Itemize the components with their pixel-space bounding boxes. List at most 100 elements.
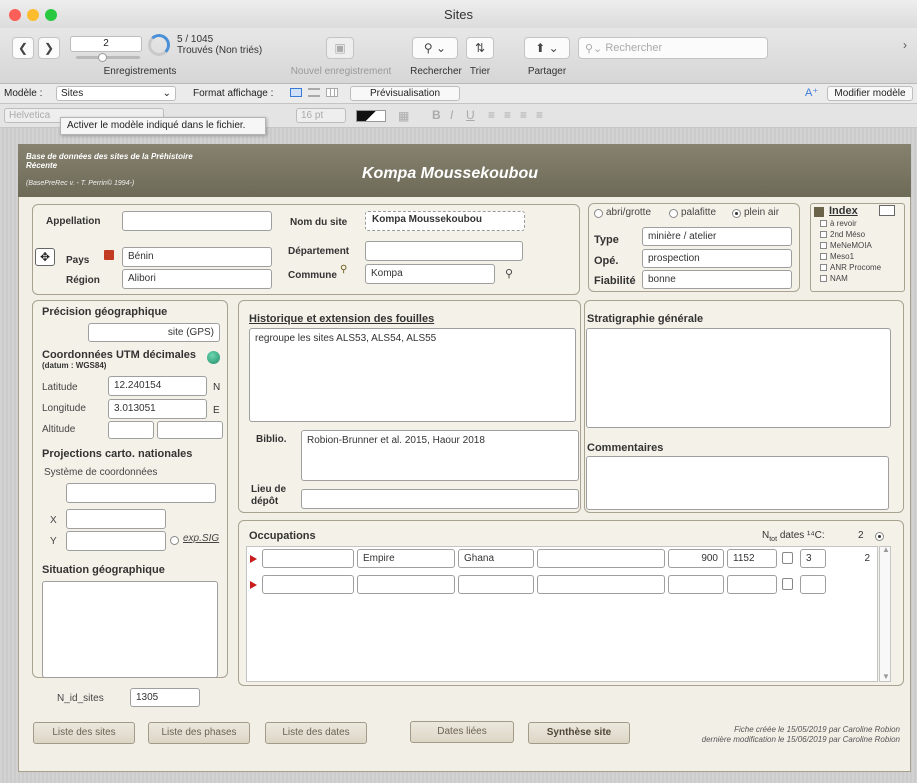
- export-sig-link[interactable]: exp.SIG: [183, 533, 219, 544]
- align-left-icon[interactable]: ≡: [488, 108, 495, 122]
- occupation-c2-field[interactable]: [357, 575, 455, 594]
- occupations-scrollbar[interactable]: ▲ ▼: [879, 545, 891, 682]
- occupation-c1-field[interactable]: [262, 549, 354, 568]
- index-checkbox[interactable]: [820, 220, 827, 227]
- export-sig-radio[interactable]: [170, 536, 179, 545]
- scroll-down-icon[interactable]: ▼: [882, 672, 890, 681]
- occupation-c4-field[interactable]: [537, 549, 665, 568]
- align-right-icon[interactable]: ≡: [520, 108, 527, 122]
- deposit-field[interactable]: [301, 489, 579, 509]
- form-view-icon[interactable]: [290, 88, 302, 97]
- altitude-field[interactable]: [108, 421, 154, 439]
- table-view-icon[interactable]: [326, 88, 338, 97]
- index-item[interactable]: MeNeMOIA: [820, 241, 872, 252]
- record-slider-thumb[interactable]: [98, 53, 107, 62]
- department-field[interactable]: [365, 241, 523, 261]
- site-name-field[interactable]: Kompa Moussekoubou: [365, 211, 525, 231]
- index-checkbox[interactable]: [820, 264, 827, 271]
- edit-index-icon[interactable]: [814, 207, 824, 217]
- commune-lookup-icon[interactable]: ⚲: [505, 267, 513, 280]
- comments-field[interactable]: [586, 456, 889, 510]
- edit-country-icon[interactable]: [104, 250, 114, 260]
- y-field[interactable]: [66, 531, 166, 551]
- occupation-c3-field[interactable]: [458, 575, 534, 594]
- sites-list-button[interactable]: Liste des sites: [33, 722, 135, 744]
- globe-icon[interactable]: [207, 351, 220, 364]
- occupation-checkbox[interactable]: [782, 578, 793, 590]
- radio-plein-air[interactable]: [732, 209, 741, 218]
- index-checkbox[interactable]: [820, 253, 827, 260]
- radio-abri-grotte[interactable]: [594, 209, 603, 218]
- dates-list-button[interactable]: Liste des dates: [265, 722, 367, 744]
- stratigraphy-field[interactable]: [586, 328, 891, 428]
- index-item[interactable]: Meso1: [820, 252, 854, 263]
- region-field[interactable]: Alibori: [122, 269, 272, 289]
- occupation-to-field[interactable]: [727, 575, 777, 594]
- edit-model-button[interactable]: Modifier modèle: [827, 86, 913, 101]
- precision-field[interactable]: site (GPS): [88, 323, 220, 342]
- map-icon[interactable]: ✥: [35, 248, 55, 266]
- occupation-from-field[interactable]: [668, 575, 724, 594]
- record-index-field[interactable]: 2: [70, 36, 142, 52]
- type-field[interactable]: minière / atelier: [642, 227, 792, 246]
- index-checkbox[interactable]: [820, 231, 827, 238]
- occupation-c1-field[interactable]: [262, 575, 354, 594]
- occupation-c2-field[interactable]: Empire: [357, 549, 455, 568]
- scroll-up-icon[interactable]: ▲: [882, 545, 890, 554]
- color-swatch-icon[interactable]: [356, 110, 386, 122]
- latitude-field[interactable]: 12.240154: [108, 376, 207, 396]
- situation-field[interactable]: [42, 581, 218, 678]
- occupation-to-field[interactable]: 1152: [727, 549, 777, 568]
- new-record-button[interactable]: ▣: [326, 37, 354, 59]
- occupation-c4-field[interactable]: [537, 575, 665, 594]
- x-field[interactable]: [66, 509, 166, 529]
- quick-search-input[interactable]: ⚲⌄ Rechercher: [578, 37, 768, 59]
- model-select[interactable]: Sites ⌄: [56, 86, 176, 101]
- radio-palafitte[interactable]: [669, 209, 678, 218]
- altitude-precision-field[interactable]: [157, 421, 223, 439]
- history-field[interactable]: regroupe les sites ALS53, ALS54, ALS55: [249, 328, 576, 422]
- align-center-icon[interactable]: ≡: [504, 108, 511, 122]
- list-view-icon[interactable]: [308, 88, 320, 97]
- next-record-button[interactable]: ❯: [38, 37, 60, 59]
- occupation-from-field[interactable]: 900: [668, 549, 724, 568]
- record-slider[interactable]: [76, 53, 140, 62]
- font-size-select[interactable]: 16 pt: [296, 108, 346, 123]
- index-item[interactable]: ANR Procome: [820, 263, 881, 274]
- toolbar-overflow-icon[interactable]: ›: [903, 38, 907, 52]
- share-button[interactable]: ⬆ ⌄: [524, 37, 570, 59]
- commune-field[interactable]: Kompa: [365, 264, 495, 284]
- text-format-icon[interactable]: A⁺: [805, 86, 818, 99]
- bold-icon[interactable]: B: [432, 108, 441, 122]
- preview-button[interactable]: Prévisualisation: [350, 86, 460, 101]
- align-justify-icon[interactable]: ≡: [536, 108, 543, 122]
- linked-dates-button[interactable]: Dates liées: [410, 721, 514, 743]
- index-toggle-button[interactable]: [879, 205, 895, 216]
- occupation-n-field[interactable]: 3: [800, 549, 826, 568]
- commune-pin-icon[interactable]: ⚲: [340, 264, 347, 275]
- search-button[interactable]: ⚲ ⌄: [412, 37, 458, 59]
- index-checkbox[interactable]: [820, 275, 827, 282]
- biblio-field[interactable]: Robion-Brunner et al. 2015, Haour 2018: [301, 430, 579, 481]
- index-item[interactable]: à revoir: [820, 219, 857, 230]
- underline-icon[interactable]: U: [466, 108, 475, 122]
- fill-icon[interactable]: ▦: [398, 109, 409, 123]
- site-synthesis-button[interactable]: Synthèse site: [528, 722, 630, 744]
- country-field[interactable]: Bénin: [122, 247, 272, 267]
- occupation-n-field[interactable]: [800, 575, 826, 594]
- ope-field[interactable]: prospection: [642, 249, 792, 268]
- occupation-c3-field[interactable]: Ghana: [458, 549, 534, 568]
- appellation-field[interactable]: [122, 211, 272, 231]
- nid-field[interactable]: 1305: [130, 688, 200, 707]
- occupation-checkbox[interactable]: [782, 552, 793, 564]
- reliability-field[interactable]: bonne: [642, 270, 792, 289]
- dates-radio[interactable]: [875, 532, 884, 541]
- previous-record-button[interactable]: ❮: [12, 37, 34, 59]
- longitude-field[interactable]: 3.013051: [108, 399, 207, 419]
- index-checkbox[interactable]: [820, 242, 827, 249]
- phases-list-button[interactable]: Liste des phases: [148, 722, 250, 744]
- italic-icon[interactable]: I: [450, 108, 453, 122]
- coord-system-field[interactable]: [66, 483, 216, 503]
- index-item[interactable]: NAM: [820, 274, 848, 285]
- sort-button[interactable]: ⇅: [466, 37, 494, 59]
